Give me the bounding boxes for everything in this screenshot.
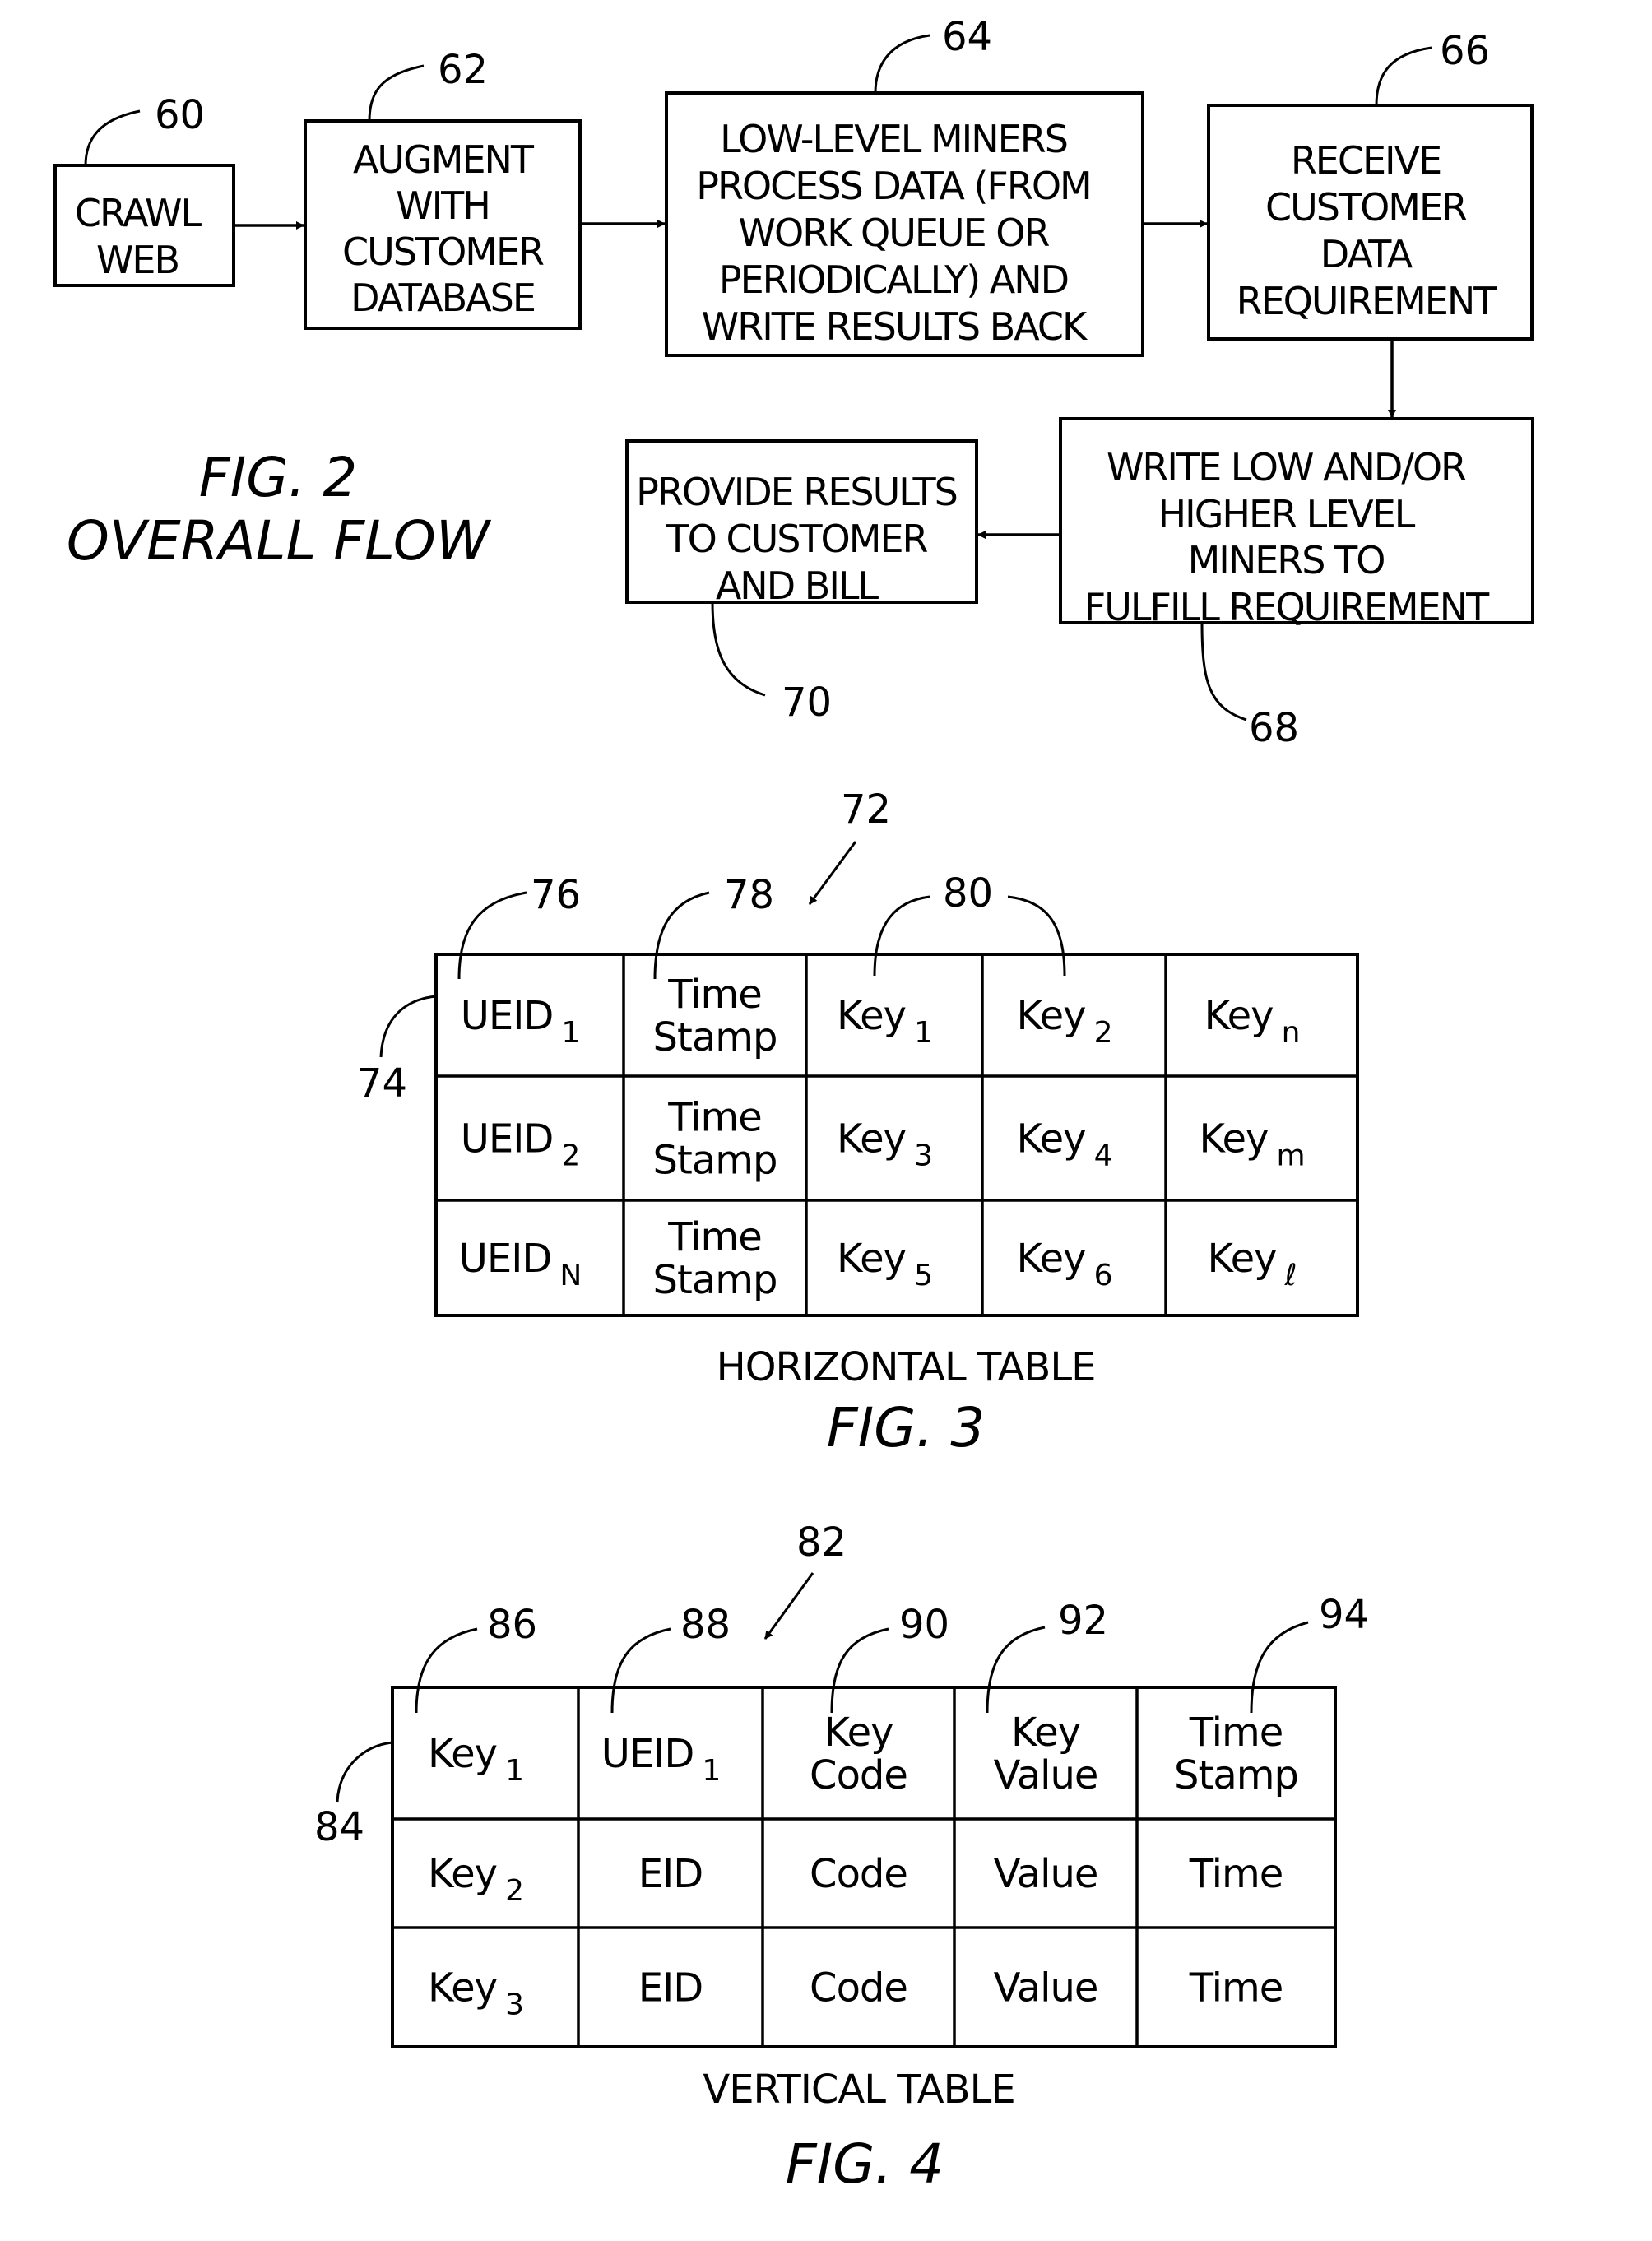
step-line: CUSTOMER (1265, 185, 1467, 230)
ref-numeral-68: 68 (1249, 705, 1299, 751)
step-text-low-level-miners: LOW-LEVEL MINERS PROCESS DATA (FROM WORK… (696, 117, 1093, 349)
figure-3-title: FIG. 3 (827, 1396, 986, 1459)
step-line: MINERS TO (1188, 538, 1385, 582)
ref-numeral-84: 84 (314, 1804, 364, 1850)
leader-60 (84, 109, 141, 166)
step-line: PROVIDE RESULTS (636, 470, 957, 514)
figure-2-flowchart: 60 62 64 66 68 70 CRAWL WEB AUGMENT WITH… (53, 14, 1534, 751)
vertical-table-cell-subscript: 2 (505, 1874, 523, 1908)
vertical-table-cell: Time (1189, 1710, 1283, 1756)
figure-4-title: FIG. 4 (786, 2132, 944, 2196)
horizontal-table-cell: Time (667, 1214, 761, 1260)
vertical-table-cell: EID (638, 1851, 703, 1897)
leader-62 (368, 64, 425, 122)
figure-3-horizontal-table: UEID 1TimeStamp Key 1 Key 2 Key nUEID 2TimeStamp… (357, 786, 1359, 1459)
figure-3-caption: HORIZONTAL TABLE (717, 1344, 1096, 1390)
leader-64 (874, 34, 930, 94)
vertical-table-cell: Stamp (1174, 1752, 1298, 1798)
horizontal-table-cell-subscript: 6 (1094, 1259, 1112, 1292)
figure-4-vertical-table: Key 1 UEID 1KeyCodeKeyValueTimeStampKey 2 EID… (314, 1520, 1369, 2196)
leader-82-arrow (763, 1572, 814, 1640)
step-line: WITH (396, 183, 490, 228)
step-line: WRITE RESULTS BACK (702, 304, 1088, 349)
step-line: WEB (96, 238, 179, 282)
ref-numeral-74: 74 (357, 1060, 407, 1107)
horizontal-table-cell-subscript: 5 (914, 1259, 932, 1292)
step-line: WRITE LOW AND/OR (1107, 445, 1466, 489)
ref-numeral-88: 88 (680, 1602, 731, 1648)
vertical-table-cell: Time (1189, 1851, 1283, 1897)
horizontal-table-cell-subscript: 1 (561, 1016, 579, 1050)
vertical-table-cell: Key (824, 1710, 893, 1756)
figure-4-caption: VERTICAL TABLE (703, 2067, 1014, 2113)
ref-numeral-66: 66 (1440, 28, 1490, 74)
horizontal-table-cell-subscript: 2 (561, 1139, 579, 1173)
step-line: DATA (1320, 232, 1413, 276)
ref-numeral-76: 76 (531, 872, 581, 918)
vertical-table-cell: Code (810, 1752, 907, 1798)
vertical-table-cell: Code (810, 1851, 907, 1897)
step-line: TO CUSTOMER (666, 517, 928, 561)
vertical-table-cell: Time (1189, 1965, 1283, 2011)
step-line: AND BILL (716, 564, 879, 608)
horizontal-table-cell-subscript: N (559, 1259, 581, 1292)
vertical-table-cell: Value (994, 1965, 1098, 2011)
ref-numeral-82: 82 (796, 1520, 847, 1566)
step-line: PERIODICALLY) AND (719, 258, 1068, 302)
vertical-table-cell: Value (994, 1752, 1098, 1798)
step-line: REQUIREMENT (1237, 279, 1498, 323)
horizontal-table-cell-subscript: ℓ (1284, 1259, 1297, 1292)
ref-numeral-90: 90 (899, 1602, 949, 1648)
vertical-table-cell-subscript: 1 (702, 1754, 720, 1788)
patent-drawing-sheet: 60 62 64 66 68 70 CRAWL WEB AUGMENT WITH… (53, 14, 1534, 2196)
horizontal-table-cell: Time (667, 972, 761, 1018)
ref-numeral-62: 62 (438, 47, 488, 93)
horizontal-table-cell: Time (667, 1095, 761, 1141)
ref-numeral-92: 92 (1058, 1598, 1108, 1644)
vertical-table-cell-subscript: 3 (505, 1988, 523, 2022)
ref-numeral-78: 78 (724, 872, 774, 918)
leader-84 (336, 1741, 393, 1803)
horizontal-table-cell: Stamp (653, 1014, 777, 1060)
step-line: AUGMENT (353, 137, 535, 182)
vertical-table-cell: Code (810, 1965, 907, 2011)
horizontal-table-cell-subscript: 2 (1094, 1016, 1112, 1050)
ref-numeral-64: 64 (942, 14, 992, 60)
ref-numeral-70: 70 (782, 680, 832, 726)
vertical-table-cell-subscript: 1 (505, 1754, 523, 1788)
vertical-table-cell: EID (638, 1965, 703, 2011)
horizontal-table-cell-subscript: 4 (1094, 1139, 1112, 1173)
step-line: WORK QUEUE OR (739, 211, 1050, 255)
step-line: HIGHER LEVEL (1158, 492, 1416, 536)
horizontal-table-cell-subscript: m (1276, 1139, 1304, 1173)
step-line: DATABASE (350, 276, 535, 320)
leader-70 (711, 601, 766, 697)
ref-numeral-94: 94 (1319, 1592, 1369, 1638)
leader-74 (379, 995, 437, 1058)
ref-numeral-86: 86 (487, 1602, 537, 1648)
figure-2-subtitle: OVERALL FLOW (67, 509, 492, 573)
ref-numeral-80: 80 (943, 870, 993, 916)
step-line: FULFILL REQUIREMENT (1084, 585, 1490, 629)
step-line: PROCESS DATA (FROM (696, 164, 1091, 208)
ref-numeral-72: 72 (841, 786, 891, 833)
horizontal-table-cell-subscript: n (1282, 1016, 1300, 1050)
step-line: RECEIVE (1291, 138, 1441, 183)
vertical-table-cell: Key (1011, 1710, 1080, 1756)
figure-2-title: FIG. 2 (199, 446, 358, 509)
vertical-table-cell: Value (994, 1851, 1098, 1897)
horizontal-table-cell-subscript: 1 (914, 1016, 932, 1050)
horizontal-table-cell: Stamp (653, 1257, 777, 1303)
leader-68 (1200, 622, 1247, 721)
leader-66 (1375, 46, 1432, 106)
horizontal-table-cell-subscript: 3 (914, 1139, 932, 1173)
step-line: CUSTOMER (342, 230, 544, 274)
step-line: LOW-LEVEL MINERS (720, 117, 1067, 161)
leader-72-arrow (808, 841, 857, 905)
horizontal-table-cell: Stamp (653, 1138, 777, 1184)
ref-numeral-60: 60 (155, 92, 205, 138)
step-line: CRAWL (75, 191, 202, 235)
